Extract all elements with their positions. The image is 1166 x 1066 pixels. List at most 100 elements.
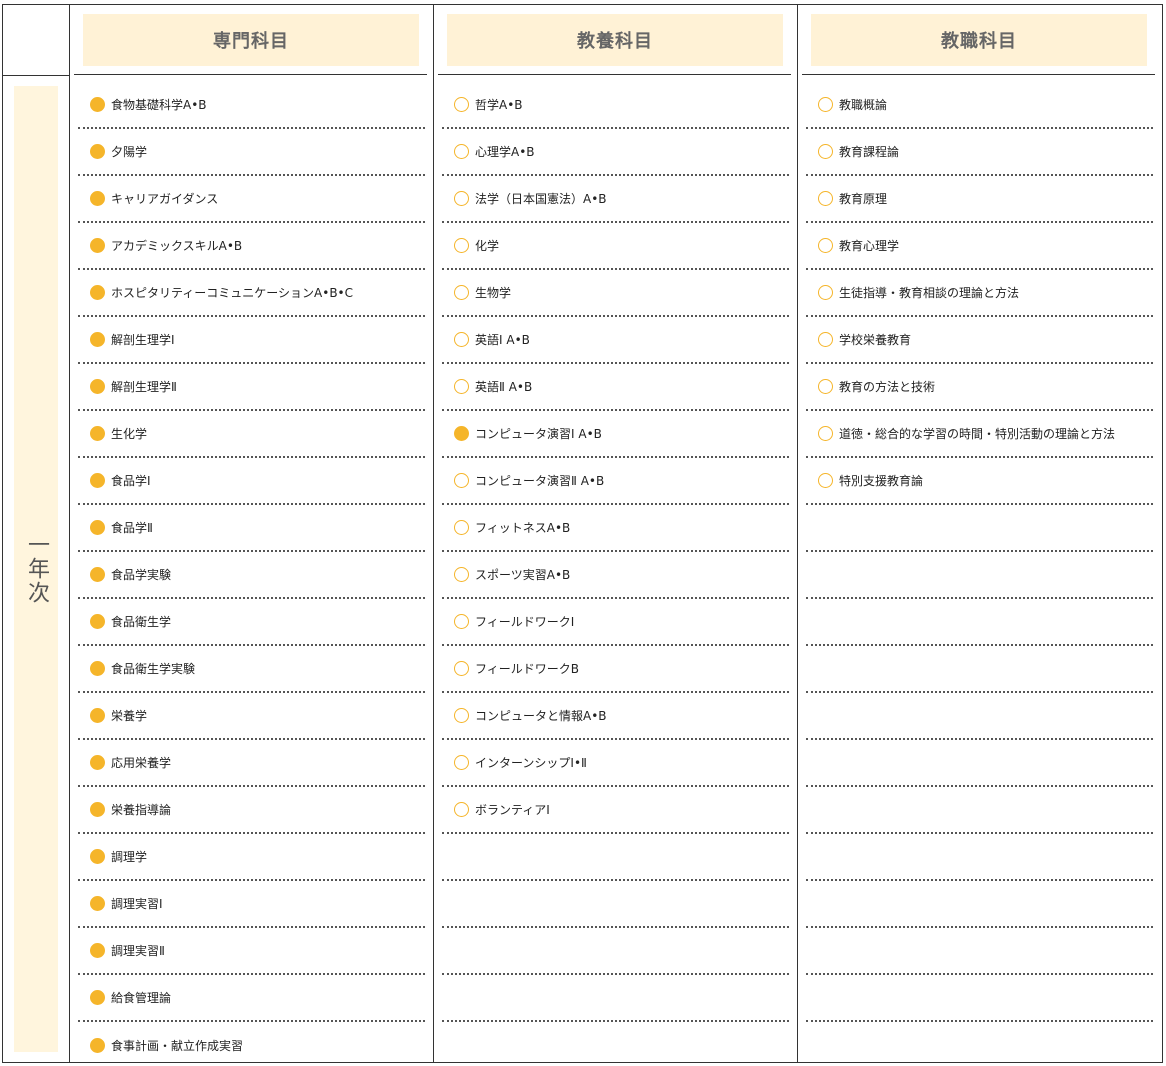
open-circle-icon (454, 614, 469, 629)
subject-row: 教育原理 (806, 176, 1153, 223)
open-circle-icon (818, 473, 833, 488)
subject-row: 調理実習Ⅱ (78, 928, 425, 975)
open-circle-icon (454, 802, 469, 817)
subject-row: 夕陽学 (78, 129, 425, 176)
subject-label: 食物基礎科学A•B (111, 98, 207, 112)
filled-circle-icon (90, 1038, 105, 1053)
filled-circle-icon (90, 285, 105, 300)
subject-row: 応用栄養学 (78, 740, 425, 787)
subject-row: 解剖生理学Ⅰ (78, 317, 425, 364)
filled-circle-icon (90, 426, 105, 441)
subject-label: 生物学 (475, 286, 512, 300)
subject-label: コンピュータ演習Ⅱ A•B (475, 474, 605, 488)
subject-label: 法学（日本国憲法）A•B (475, 192, 607, 206)
subject-label: 給食管理論 (111, 991, 172, 1005)
subject-row (442, 881, 789, 928)
subject-label: 教育課程論 (839, 145, 900, 159)
subject-row: 食品衛生学実験 (78, 646, 425, 693)
header-rule (438, 74, 791, 75)
subject-row (806, 552, 1153, 599)
subject-label: 栄養学 (111, 709, 148, 723)
subject-row: 調理学 (78, 834, 425, 881)
filled-circle-icon (90, 755, 105, 770)
filled-circle-icon (90, 802, 105, 817)
column-header: 専門科目 (83, 14, 419, 66)
subject-row: 英語Ⅱ A•B (442, 364, 789, 411)
subject-label: 教育心理学 (839, 239, 900, 253)
open-circle-icon (818, 379, 833, 394)
subject-label: フィットネスA•B (475, 521, 571, 535)
subject-row: 生物学 (442, 270, 789, 317)
open-circle-icon (818, 144, 833, 159)
subject-label: 哲学A•B (475, 98, 523, 112)
open-circle-icon (454, 144, 469, 159)
subject-row: フィールドワークⅠ (442, 599, 789, 646)
subject-row: 栄養学 (78, 693, 425, 740)
subject-row: 生徒指導・教育相談の理論と方法 (806, 270, 1153, 317)
header-rule (2, 75, 69, 76)
subject-row: 解剖生理学Ⅱ (78, 364, 425, 411)
subject-label: 栄養指導論 (111, 803, 172, 817)
filled-circle-icon (90, 144, 105, 159)
subject-label: 解剖生理学Ⅰ (111, 333, 175, 347)
header-rule (802, 74, 1155, 75)
subject-row: 教育の方法と技術 (806, 364, 1153, 411)
subject-label: 応用栄養学 (111, 756, 172, 770)
column-header: 教職科目 (811, 14, 1147, 66)
subject-label: キャリアガイダンス (111, 192, 219, 206)
open-circle-icon (454, 520, 469, 535)
subject-row (806, 928, 1153, 975)
subject-row: 食事計画・献立作成実習 (78, 1022, 425, 1066)
subject-label: フィールドワークⅠ (475, 615, 575, 629)
subject-row: フィールドワークB (442, 646, 789, 693)
subject-label: 調理実習Ⅰ (111, 897, 163, 911)
subject-label: スポーツ実習A•B (475, 568, 571, 582)
column-specialized: 専門科目食物基礎科学A•B 夕陽学キャリアガイダンスアカデミックスキルA•B ホスピ… (70, 4, 433, 1063)
open-circle-icon (818, 285, 833, 300)
subject-label: 食事計画・献立作成実習 (111, 1039, 244, 1053)
filled-circle-icon (90, 473, 105, 488)
header-rule (74, 74, 427, 75)
open-circle-icon (818, 238, 833, 253)
subject-row (442, 834, 789, 881)
open-circle-icon (454, 97, 469, 112)
filled-circle-icon (90, 896, 105, 911)
subject-label: 食品衛生学 (111, 615, 172, 629)
subject-label: 英語Ⅱ A•B (475, 380, 533, 394)
subject-label: 心理学A•B (475, 145, 535, 159)
open-circle-icon (454, 755, 469, 770)
subject-label: インターンシップⅠ•Ⅱ (475, 756, 587, 770)
filled-circle-icon (90, 332, 105, 347)
subject-row: 教育課程論 (806, 129, 1153, 176)
subject-label: ボランティアⅠ (475, 803, 550, 817)
subject-row: フィットネスA•B (442, 505, 789, 552)
filled-circle-icon (90, 567, 105, 582)
subject-row (806, 834, 1153, 881)
open-circle-icon (454, 191, 469, 206)
subject-label: 夕陽学 (111, 145, 148, 159)
open-circle-icon (454, 285, 469, 300)
subject-row: アカデミックスキルA•B (78, 223, 425, 270)
filled-circle-icon (90, 614, 105, 629)
subject-row (806, 1022, 1153, 1066)
filled-circle-icon (90, 379, 105, 394)
subject-row: 法学（日本国憲法）A•B (442, 176, 789, 223)
subject-row: 哲学A•B (442, 82, 789, 129)
subject-row (442, 928, 789, 975)
subject-row: ホスピタリティーコミュニケーションA•B•C (78, 270, 425, 317)
subject-row: 食品衛生学 (78, 599, 425, 646)
open-circle-icon (454, 238, 469, 253)
subject-label: 教職概論 (839, 98, 888, 112)
subject-row (806, 787, 1153, 834)
subject-row: 食物基礎科学A•B (78, 82, 425, 129)
open-circle-icon (818, 332, 833, 347)
subject-label: 調理学 (111, 850, 148, 864)
filled-circle-icon (90, 191, 105, 206)
subject-row (806, 881, 1153, 928)
subject-row (442, 975, 789, 1022)
subject-label: アカデミックスキルA•B (111, 239, 243, 253)
subject-label: コンピュータと情報A•B (475, 709, 607, 723)
subject-row: 化学 (442, 223, 789, 270)
subject-label: 食品学Ⅱ (111, 521, 153, 535)
column-liberal-arts: 教養科目 哲学A•B 心理学A•B 法学（日本国憲法）A•B 化学 生物学 英語Ⅰ A•B 英… (434, 4, 797, 1063)
